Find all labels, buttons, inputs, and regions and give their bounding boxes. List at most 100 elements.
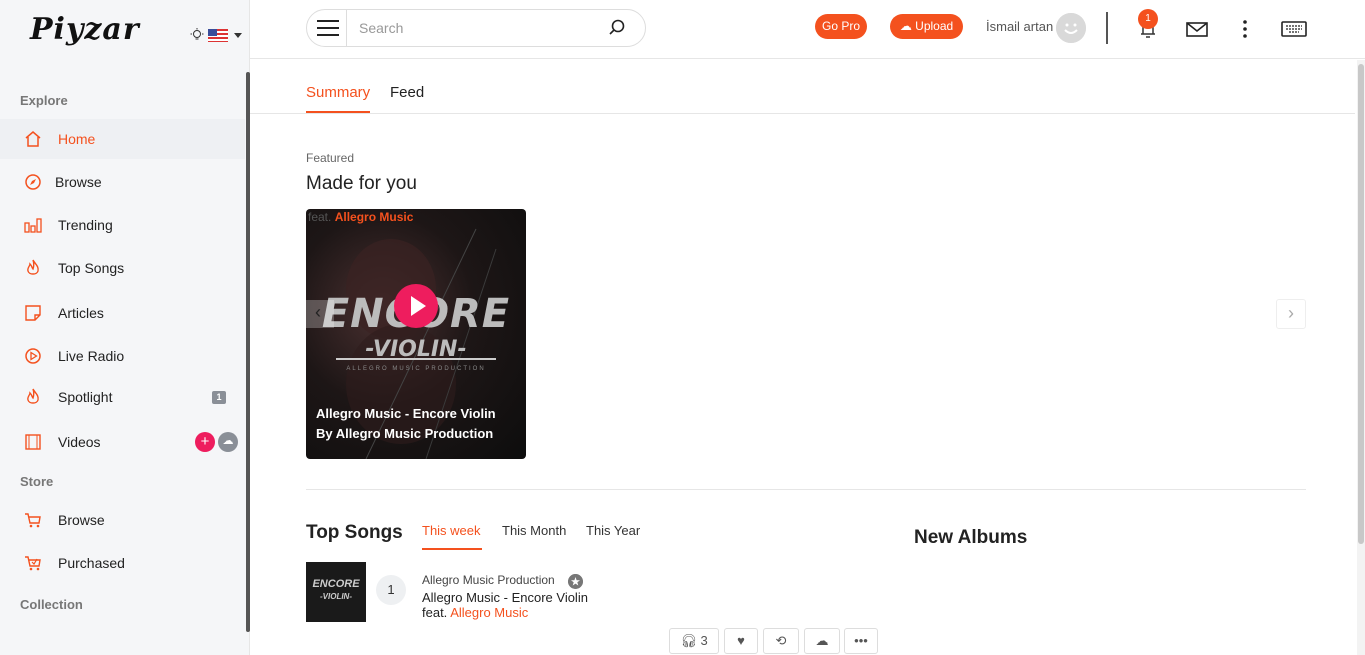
play-button[interactable] xyxy=(394,284,438,328)
sidebar: Piyzar Explore Home Browse Trending Top … xyxy=(0,0,250,655)
flame-icon xyxy=(27,259,39,275)
avatar[interactable] xyxy=(1056,13,1086,43)
sidebar-item-home[interactable]: Home xyxy=(0,119,245,159)
tab-summary[interactable]: Summary xyxy=(306,84,370,101)
active-tab-indicator xyxy=(422,548,482,550)
sidebar-item-spotlight[interactable]: Spotlight 1 xyxy=(0,377,245,417)
sidebar-item-live-radio[interactable]: Live Radio xyxy=(0,336,245,376)
lightbulb-icon[interactable] xyxy=(190,28,204,42)
repost-button[interactable]: ⟲ xyxy=(763,628,799,654)
section-heading-new-albums: New Albums xyxy=(914,527,1028,548)
song-title[interactable]: Allegro Music - Encore Violin xyxy=(422,590,588,605)
featured-card[interactable]: feat. Allegro Music ENCORE -VIOLIN- ALLE… xyxy=(306,209,526,459)
thumb-subtitle: -VIOLIN- xyxy=(320,592,352,601)
sidebar-item-purchased[interactable]: Purchased xyxy=(0,543,245,583)
chevron-down-icon[interactable] xyxy=(234,33,242,38)
feat-prefix: feat. xyxy=(308,210,332,224)
cart-check-icon xyxy=(25,556,41,571)
sidebar-item-label: Videos xyxy=(58,434,101,450)
active-tab-indicator xyxy=(306,111,370,113)
sidebar-item-top-songs[interactable]: Top Songs xyxy=(0,248,245,288)
header-divider xyxy=(1106,12,1108,44)
sidebar-item-videos[interactable]: Videos + ☁ xyxy=(0,422,245,462)
section-title-explore: Explore xyxy=(20,93,68,108)
like-button[interactable]: ♥ xyxy=(724,628,758,654)
smiley-avatar-icon xyxy=(1056,13,1086,43)
verified-star-icon xyxy=(568,574,583,589)
sidebar-item-label: Spotlight xyxy=(58,389,113,405)
film-icon xyxy=(25,434,41,450)
carousel-next-button[interactable] xyxy=(1276,299,1306,329)
card-title[interactable]: Allegro Music - Encore Violin xyxy=(316,406,496,421)
mail-icon[interactable] xyxy=(1186,18,1208,40)
plays-count-button[interactable]: 🎧︎ 3 xyxy=(669,628,719,654)
tab-this-year[interactable]: This Year xyxy=(586,523,640,538)
cart-icon xyxy=(25,513,41,528)
tab-feed[interactable]: Feed xyxy=(390,84,424,101)
section-divider xyxy=(306,489,1306,490)
spotlight-badge: 1 xyxy=(212,390,226,404)
plays-count: 3 xyxy=(700,633,708,648)
upload-label: Upload xyxy=(915,19,954,33)
keyboard-icon[interactable] xyxy=(1281,18,1307,40)
card-subtitle[interactable]: By Allegro Music Production xyxy=(316,426,493,441)
main-content: Summary Feed Featured Made for you feat.… xyxy=(250,60,1355,655)
sidebar-item-trending[interactable]: Trending xyxy=(0,205,245,245)
repost-icon: ⟲ xyxy=(775,633,787,648)
more-options-button[interactable]: ••• xyxy=(844,628,878,654)
song-feat: feat. Allegro Music xyxy=(422,605,528,620)
carousel-prev-button[interactable] xyxy=(306,300,334,328)
sidebar-item-label: Live Radio xyxy=(58,348,125,364)
hamburger-menu-button[interactable] xyxy=(307,10,347,46)
sidebar-item-articles[interactable]: Articles xyxy=(0,293,245,333)
go-pro-button[interactable]: Go Pro xyxy=(815,14,867,39)
main-scrollbar[interactable] xyxy=(1357,60,1365,655)
feat-prefix: feat. xyxy=(422,605,448,620)
more-vertical-icon[interactable] xyxy=(1234,18,1256,40)
more-horizontal-icon: ••• xyxy=(854,633,868,648)
play-circle-icon xyxy=(25,348,41,364)
cloud-download-icon[interactable]: ☁ xyxy=(218,432,238,452)
feat-artist-link[interactable]: Allegro Music xyxy=(335,210,414,224)
cloud-upload-icon: ☁ xyxy=(899,19,912,33)
thumb-title: ENCORE xyxy=(312,578,360,590)
sidebar-item-label: Purchased xyxy=(58,555,125,571)
sidebar-item-label: Trending xyxy=(58,217,113,233)
song-rank: 1 xyxy=(376,575,406,605)
cloud-download-icon: ☁ xyxy=(815,633,829,648)
upload-button[interactable]: ☁ Upload xyxy=(890,14,963,39)
section-title-collection: Collection xyxy=(20,597,83,612)
song-thumbnail[interactable]: ENCORE -VIOLIN- xyxy=(306,562,366,622)
tab-bar: Summary Feed xyxy=(250,60,1355,114)
tab-this-week[interactable]: This week xyxy=(422,523,481,538)
bar-chart-icon xyxy=(24,218,42,233)
username[interactable]: İsmail artan xyxy=(986,19,1053,34)
tab-this-month[interactable]: This Month xyxy=(502,523,566,538)
article-icon xyxy=(25,305,41,321)
sidebar-item-label: Articles xyxy=(58,305,104,321)
headphones-icon: 🎧︎ xyxy=(680,633,697,648)
notification-badge: 1 xyxy=(1138,9,1158,29)
song-artist[interactable]: Allegro Music Production xyxy=(422,573,555,587)
sidebar-item-label: Home xyxy=(58,131,96,147)
featured-label: Featured xyxy=(306,151,355,165)
feat-artist-link[interactable]: Allegro Music xyxy=(450,605,528,620)
app-root: Piyzar Explore Home Browse Trending Top … xyxy=(0,0,1365,655)
sidebar-item-browse[interactable]: Browse xyxy=(0,162,245,202)
add-video-button[interactable]: + xyxy=(195,432,215,452)
search-icon[interactable] xyxy=(607,18,627,38)
search-input[interactable] xyxy=(359,18,599,38)
search-bar xyxy=(306,9,646,47)
us-flag-icon[interactable] xyxy=(208,29,228,42)
top-header: Go Pro ☁ Upload İsmail artan 1 xyxy=(250,0,1365,59)
sidebar-item-label: Browse xyxy=(58,512,105,528)
app-logo[interactable]: Piyzar xyxy=(30,12,140,47)
sidebar-item-label: Browse xyxy=(55,174,102,190)
sidebar-item-store-browse[interactable]: Browse xyxy=(0,500,245,540)
flame-icon xyxy=(27,388,39,404)
card-feat-label: feat. Allegro Music xyxy=(308,210,413,224)
section-heading-made-for-you: Made for you xyxy=(306,173,417,194)
download-button[interactable]: ☁ xyxy=(804,628,840,654)
heart-icon: ♥ xyxy=(737,633,745,648)
artwork-subtitle: -VIOLIN- xyxy=(365,337,467,362)
